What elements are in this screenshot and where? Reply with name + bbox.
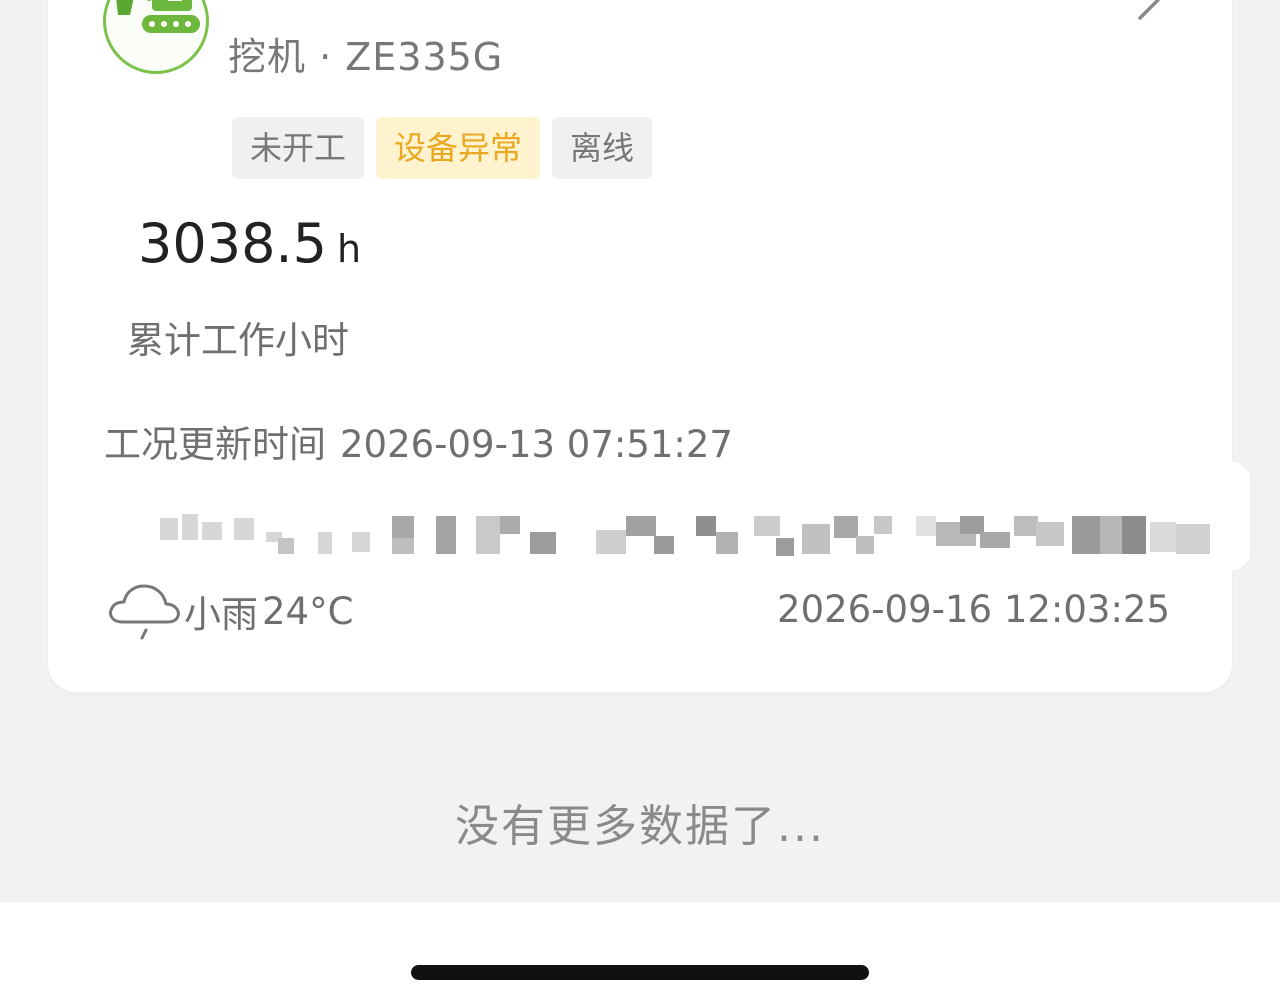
update-time-value: 2026-09-13 07:51:27 [340,423,733,466]
status-tags: 未开工 设备异常 离线 [232,117,653,179]
working-hours: 3038.5 h [138,212,361,275]
device-avatar [103,0,209,74]
status-tag-offline: 离线 [552,117,653,179]
cloud-rain-icon [108,584,180,640]
status-tag-idle: 未开工 [232,117,365,179]
weather-info: 小雨 24°C [104,576,353,646]
no-more-data: 没有更多数据了... [455,801,825,852]
chevron-right-icon[interactable] [1130,0,1176,28]
redacted-location [56,462,1250,570]
weather-temperature: 24°C [262,589,354,633]
weather-condition: 小雨 [184,593,258,636]
update-time: 工况更新时间 2026-09-13 07:51:27 [104,414,733,468]
working-hours-unit: h [336,227,362,271]
bottom-safe-area [0,902,1280,1004]
device-model: 挖机 · ZE335G [228,35,504,79]
excavator-icon [116,0,200,33]
working-hours-label: 累计工作小时 [127,319,349,362]
update-time-label: 工况更新时间 [104,423,326,466]
home-indicator[interactable] [411,965,869,980]
status-tag-abnormal: 设备异常 [376,117,541,179]
card-timestamp: 2026-09-16 12:03:25 [777,588,1170,631]
working-hours-value: 3038.5 [138,212,327,275]
